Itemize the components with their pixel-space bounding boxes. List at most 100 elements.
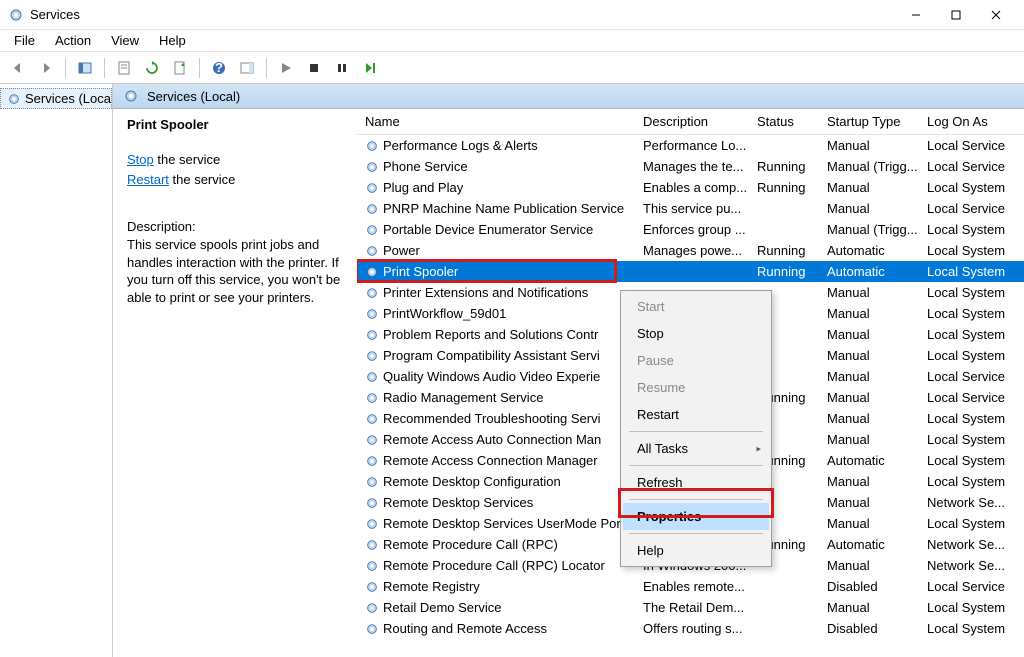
service-startup-cell: Manual [819,388,919,407]
export-button[interactable] [168,56,192,80]
gear-icon [365,454,379,468]
gear-icon [365,349,379,363]
service-desc-cell [635,270,749,274]
service-desc-cell: This service pu... [635,199,749,218]
context-help[interactable]: Help [623,537,769,564]
gear-icon [365,433,379,447]
show-action-pane-button[interactable] [235,56,259,80]
gear-icon [365,622,379,636]
service-row[interactable]: Remote RegistryEnables remote...Disabled… [357,576,1024,597]
service-startup-cell: Manual [819,178,919,197]
close-button[interactable] [976,0,1016,30]
gear-icon [365,538,379,552]
service-status-cell: Running [749,178,819,197]
menu-file[interactable]: File [4,31,45,50]
back-button[interactable] [6,56,30,80]
help-toolbar-button[interactable]: ? [207,56,231,80]
service-status-cell [749,606,819,610]
service-status-cell [749,144,819,148]
service-row[interactable]: PowerManages powe...RunningAutomaticLoca… [357,240,1024,261]
service-startup-cell: Manual [819,367,919,386]
show-hide-tree-button[interactable] [73,56,97,80]
window-title: Services [30,7,896,22]
forward-button[interactable] [34,56,58,80]
pause-service-button[interactable] [330,56,354,80]
gear-icon [365,307,379,321]
gear-icon [365,265,379,279]
context-resume[interactable]: Resume [623,374,769,401]
menubar: File Action View Help [0,30,1024,52]
service-row[interactable]: Routing and Remote AccessOffers routing … [357,618,1024,639]
context-restart[interactable]: Restart [623,401,769,428]
service-logon-cell: Local System [919,178,1019,197]
gear-icon [365,160,379,174]
service-startup-cell: Automatic [819,451,919,470]
gear-icon [365,391,379,405]
service-name-cell: Portable Device Enumerator Service [383,222,593,237]
menu-action[interactable]: Action [45,31,101,50]
service-desc-cell: Enables remote... [635,577,749,596]
service-logon-cell: Local Service [919,367,1019,386]
service-startup-cell: Manual [819,346,919,365]
start-service-button[interactable] [274,56,298,80]
column-header-startup[interactable]: Startup Type [819,110,919,133]
service-status-cell: Running [749,262,819,281]
context-start[interactable]: Start [623,293,769,320]
service-desc-cell: Performance Lo... [635,136,749,155]
service-row[interactable]: Phone ServiceManages the te...RunningMan… [357,156,1024,177]
service-status-cell: Running [749,157,819,176]
service-row[interactable]: Plug and PlayEnables a comp...RunningMan… [357,177,1024,198]
maximize-button[interactable] [936,0,976,30]
service-row[interactable]: PNRP Machine Name Publication ServiceThi… [357,198,1024,219]
service-logon-cell: Network Se... [919,556,1019,575]
context-refresh[interactable]: Refresh [623,469,769,496]
properties-toolbar-button[interactable] [112,56,136,80]
service-startup-cell: Manual (Trigg... [819,220,919,239]
stop-service-button[interactable] [302,56,326,80]
stop-service-link[interactable]: Stop [127,152,154,167]
gear-icon [365,202,379,216]
column-header-description[interactable]: Description [635,110,749,133]
restart-service-link[interactable]: Restart [127,172,169,187]
service-startup-cell: Automatic [819,262,919,281]
menu-view[interactable]: View [101,31,149,50]
minimize-button[interactable] [896,0,936,30]
tree-item-services-local[interactable]: Services (Local [0,88,112,109]
gear-icon [365,223,379,237]
titlebar: Services [0,0,1024,30]
service-logon-cell: Local System [919,472,1019,491]
gear-icon [365,139,379,153]
service-logon-cell: Local System [919,346,1019,365]
context-pause[interactable]: Pause [623,347,769,374]
service-logon-cell: Local System [919,409,1019,428]
service-logon-cell: Local Service [919,388,1019,407]
service-logon-cell: Network Se... [919,535,1019,554]
service-status-cell [749,585,819,589]
description-text: This service spools print jobs and handl… [127,236,343,306]
service-name-cell: Remote Procedure Call (RPC) [383,537,558,552]
column-header-status[interactable]: Status [749,110,819,133]
service-name-cell: Program Compatibility Assistant Servi [383,348,600,363]
column-header-name[interactable]: Name [357,110,635,133]
context-stop[interactable]: Stop [623,320,769,347]
menu-help[interactable]: Help [149,31,196,50]
service-startup-cell: Manual [819,430,919,449]
context-all-tasks[interactable]: All Tasks▸ [623,435,769,462]
gear-icon [365,517,379,531]
restart-service-button[interactable] [358,56,382,80]
service-logon-cell: Local Service [919,157,1019,176]
service-desc-cell: Manages powe... [635,241,749,260]
service-row[interactable]: Portable Device Enumerator ServiceEnforc… [357,219,1024,240]
service-row[interactable]: Print SpoolerRunningAutomaticLocal Syste… [357,261,1024,282]
service-name-cell: Plug and Play [383,180,463,195]
service-startup-cell: Manual [819,598,919,617]
service-name-cell: Remote Desktop Services UserMode Port R.… [383,516,635,531]
tree-item-label: Services (Local [25,91,112,106]
service-startup-cell: Manual (Trigg... [819,157,919,176]
refresh-button[interactable] [140,56,164,80]
service-row[interactable]: Performance Logs & AlertsPerformance Lo.… [357,135,1024,156]
service-row[interactable]: Retail Demo ServiceThe Retail Dem...Manu… [357,597,1024,618]
pane-header: Services (Local) [113,84,1024,109]
context-properties[interactable]: Properties [623,503,769,530]
column-header-logon[interactable]: Log On As [919,110,1019,133]
